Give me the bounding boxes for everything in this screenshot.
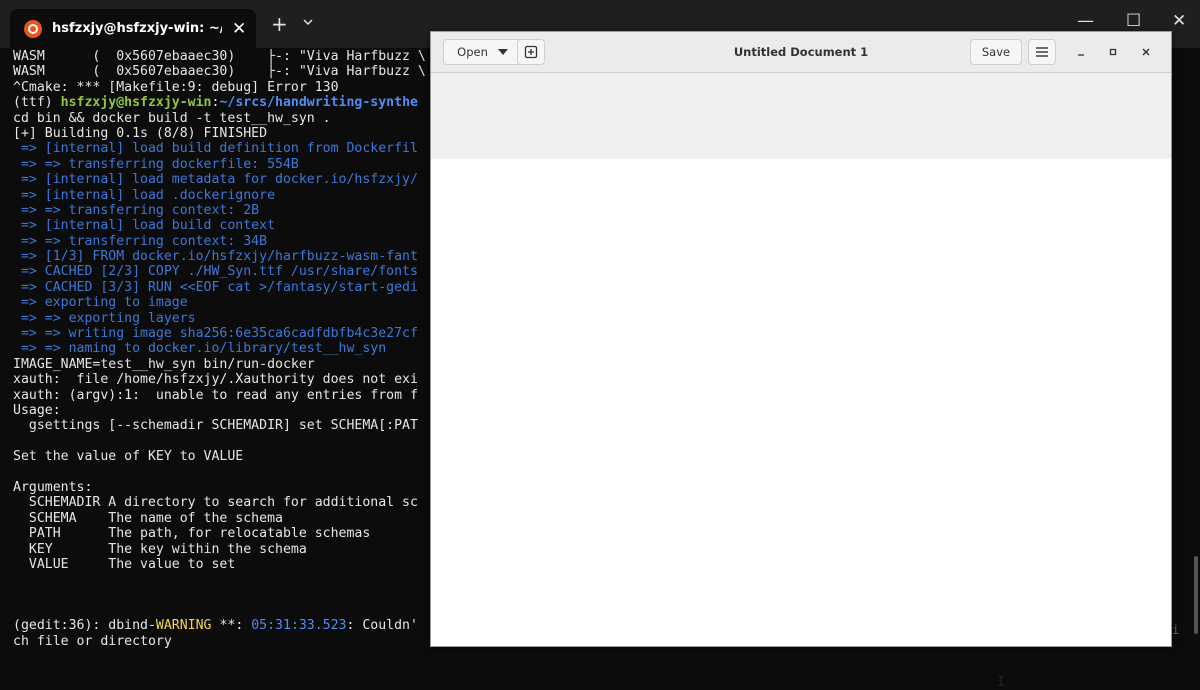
minimize-button[interactable]: — (1077, 11, 1094, 31)
tab-title: hsfzxjy@hsfzxjy-win: ~/srcs/h (52, 21, 222, 36)
maximize-icon (1109, 48, 1117, 56)
new-document-button[interactable] (517, 39, 545, 65)
warning-prefix: (gedit:36): dbind- (13, 618, 156, 634)
gedit-maximize-button[interactable] (1103, 42, 1123, 62)
terminal-scrollbar[interactable] (1194, 556, 1198, 634)
gedit-window: Open Untitled Document 1 Save I (430, 31, 1172, 690)
ubuntu-icon (24, 19, 42, 38)
close-button[interactable]: ✕ (1172, 11, 1186, 31)
document-title: Untitled Document 1 (733, 45, 869, 59)
prompt-user-host: hsfzxjy@hsfzxjy-win (60, 95, 212, 111)
hamburger-menu-button[interactable] (1028, 39, 1056, 65)
new-document-icon (524, 45, 538, 59)
dropdown-arrow-icon (497, 49, 508, 55)
warning-message: : Couldn' (346, 618, 418, 634)
prompt-prefix: (ttf) (13, 95, 61, 111)
hamburger-icon (1036, 47, 1048, 57)
text-editor-area[interactable]: I (431, 159, 1171, 690)
close-icon (1142, 48, 1150, 56)
warning-middle: **: (211, 618, 252, 634)
terminal-tab[interactable]: hsfzxjy@hsfzxjy-win: ~/srcs/h ✕ (10, 9, 256, 48)
terminal-edge-fragment: i (1172, 623, 1180, 637)
warning-level: WARNING (155, 618, 212, 634)
new-tab-button[interactable]: + (271, 12, 288, 36)
maximize-button[interactable]: ☐ (1126, 11, 1141, 31)
gedit-close-button[interactable] (1136, 42, 1156, 62)
gedit-minimize-button[interactable] (1071, 42, 1091, 62)
save-button[interactable]: Save (970, 39, 1022, 65)
open-button-label: Open (457, 45, 488, 59)
gedit-headerbar: Open Untitled Document 1 Save (431, 32, 1171, 73)
open-button[interactable]: Open (443, 39, 522, 65)
chevron-down-icon[interactable] (303, 17, 313, 27)
gedit-empty-band (431, 73, 1171, 159)
tab-close-icon[interactable]: ✕ (232, 19, 246, 39)
warning-timestamp: 05:31:33.523 (251, 618, 347, 634)
text-cursor-icon: I (997, 675, 1005, 690)
prompt-path: ~/srcs/handwriting-synthe (219, 95, 418, 111)
minimize-icon (1078, 54, 1084, 56)
